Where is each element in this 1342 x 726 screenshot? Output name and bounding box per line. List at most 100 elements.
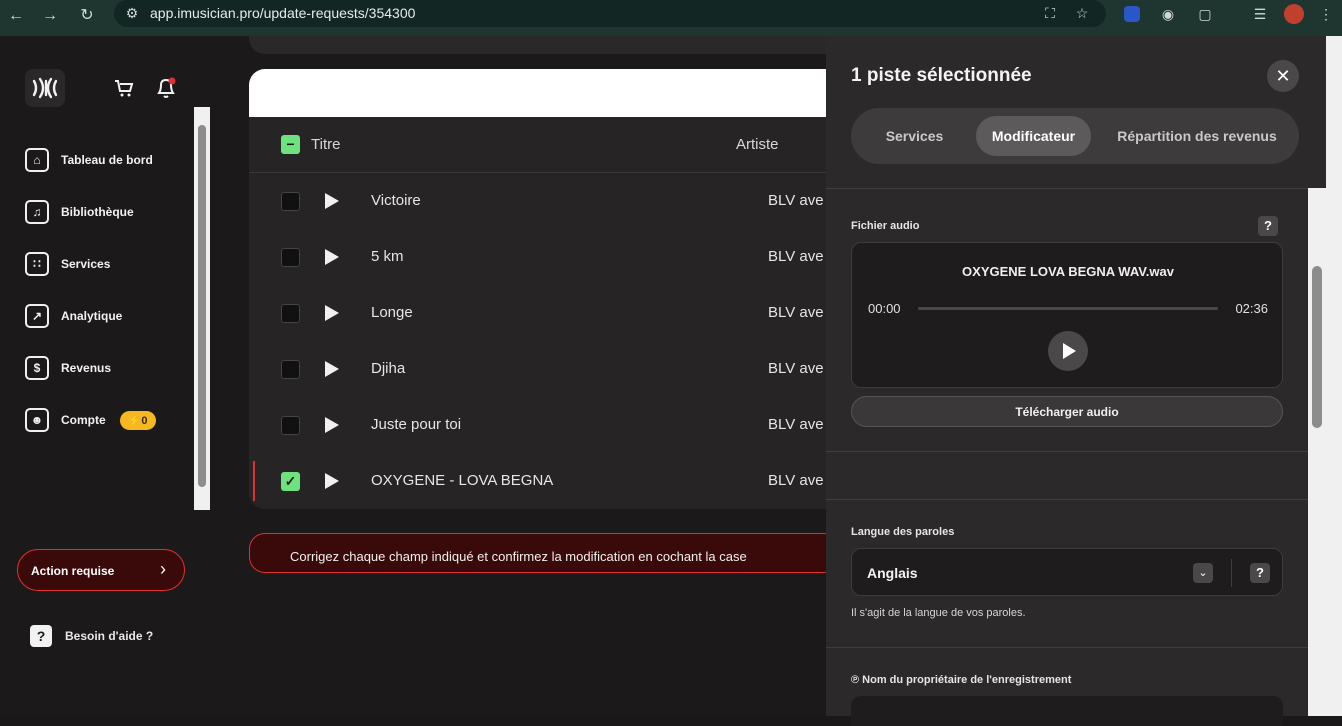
row-checkbox[interactable] bbox=[281, 304, 300, 323]
sidebar-item-label: Services bbox=[61, 257, 111, 271]
translate-icon[interactable]: ⛶ bbox=[1040, 3, 1060, 23]
track-title: Djiha bbox=[371, 360, 406, 377]
table-row-selected[interactable]: ✓ OXYGENE - LOVA BEGNA BLV ave bbox=[249, 453, 869, 509]
track-title: Longe bbox=[371, 304, 413, 321]
table-row[interactable]: Longe BLV ave bbox=[249, 285, 869, 341]
divider bbox=[1231, 559, 1232, 587]
audio-file-name: OXYGENE LOVA BEGNA WAV.wav bbox=[962, 264, 1174, 279]
time-total: 02:36 bbox=[1235, 301, 1268, 316]
address-bar[interactable]: ⚙ app.imusician.pro/update-requests/3543… bbox=[114, 0, 1106, 27]
sidebar-item-label: Tableau de bord bbox=[61, 153, 153, 167]
page-scrollbar[interactable] bbox=[1326, 36, 1342, 716]
sidebar-item-services[interactable]: ∷ Services bbox=[25, 251, 110, 277]
table-row[interactable]: Djiha BLV ave bbox=[249, 341, 869, 397]
play-icon[interactable] bbox=[325, 473, 339, 489]
reload-icon[interactable]: ↻ bbox=[75, 4, 99, 28]
extension-color-icon[interactable]: ◉ bbox=[1158, 4, 1178, 24]
track-artist: BLV ave bbox=[768, 192, 824, 209]
divider bbox=[826, 451, 1308, 452]
scrollbar-thumb[interactable] bbox=[1312, 266, 1322, 428]
audio-player: OXYGENE LOVA BEGNA WAV.wav 00:00 02:36 bbox=[851, 242, 1283, 388]
audio-progress-bar[interactable] bbox=[918, 307, 1218, 310]
status-badge: ⚡0 bbox=[119, 410, 156, 430]
profile-avatar[interactable] bbox=[1284, 4, 1304, 24]
sidebar-item-account[interactable]: ☻ Compte ⚡0 bbox=[25, 407, 156, 433]
row-checkbox[interactable] bbox=[281, 360, 300, 379]
bell-icon[interactable] bbox=[155, 76, 177, 105]
track-artist: BLV ave bbox=[768, 360, 824, 377]
action-required-button[interactable]: Action requise › bbox=[17, 549, 185, 591]
url-text: app.imusician.pro/update-requests/354300 bbox=[150, 5, 416, 21]
sidebar-item-dashboard[interactable]: ⌂ Tableau de bord bbox=[25, 147, 153, 173]
select-all-checkbox[interactable]: − bbox=[281, 135, 300, 154]
track-title: OXYGENE - LOVA BEGNA bbox=[371, 472, 554, 489]
cart-icon[interactable] bbox=[113, 77, 135, 104]
divider bbox=[826, 647, 1308, 648]
sidebar-item-library[interactable]: ♫ Bibliothèque bbox=[25, 199, 134, 225]
media-control-icon[interactable]: ☰ bbox=[1250, 4, 1270, 24]
play-icon[interactable] bbox=[325, 417, 339, 433]
tab-services[interactable]: Services bbox=[861, 116, 968, 156]
browser-toolbar: ← → ↻ ⚙ app.imusician.pro/update-request… bbox=[0, 0, 1342, 36]
logo[interactable] bbox=[25, 69, 65, 107]
recording-owner-input[interactable] bbox=[851, 696, 1283, 726]
table-row[interactable]: Juste pour toi BLV ave bbox=[249, 397, 869, 453]
play-icon[interactable] bbox=[325, 193, 339, 209]
correction-notice-text: Corrigez chaque champ indiqué et confirm… bbox=[290, 549, 747, 564]
extension-icon[interactable] bbox=[1124, 6, 1140, 22]
tracks-table: − Titre Artiste Victoire BLV ave 5 km BL… bbox=[249, 69, 869, 509]
divider bbox=[826, 499, 1308, 500]
row-checkbox[interactable] bbox=[281, 248, 300, 267]
scrollbar-thumb[interactable] bbox=[198, 125, 206, 487]
table-row[interactable]: 5 km BLV ave bbox=[249, 229, 869, 285]
play-icon[interactable] bbox=[325, 249, 339, 265]
menu-dots-icon[interactable]: ⋮ bbox=[1316, 4, 1336, 24]
lyrics-language-hint: Il s'agit de la langue de vos paroles. bbox=[851, 607, 1026, 619]
site-info-icon[interactable]: ⚙ bbox=[122, 3, 142, 23]
play-icon[interactable] bbox=[325, 305, 339, 321]
chevron-right-icon: › bbox=[160, 559, 166, 579]
play-icon[interactable] bbox=[325, 361, 339, 377]
back-arrow-icon[interactable]: ← bbox=[4, 4, 28, 28]
sidebar-item-label: Bibliothèque bbox=[61, 205, 134, 219]
track-title: 5 km bbox=[371, 248, 404, 265]
app-area: ⌂ Tableau de bord ♫ Bibliothèque ∷ Servi… bbox=[0, 36, 1342, 726]
sidebar-scrollbar[interactable] bbox=[194, 107, 210, 510]
panel-scrollbar[interactable] bbox=[1308, 188, 1326, 716]
divider bbox=[826, 188, 1308, 189]
download-audio-button[interactable]: Télécharger audio bbox=[851, 396, 1283, 427]
help-question-icon[interactable]: ? bbox=[1258, 216, 1278, 236]
lyrics-language-label: Langue des paroles bbox=[851, 526, 955, 538]
tab-modifier[interactable]: Modificateur bbox=[976, 116, 1091, 156]
track-title: Juste pour toi bbox=[371, 416, 462, 433]
user-icon: ☻ bbox=[25, 408, 49, 432]
logo-mark-icon bbox=[32, 77, 58, 99]
track-artist: BLV ave bbox=[768, 416, 824, 433]
help-link[interactable]: ? Besoin d'aide ? bbox=[30, 625, 153, 647]
lyrics-language-select[interactable]: Anglais ⌄ ? bbox=[851, 548, 1283, 596]
dollar-icon: $ bbox=[25, 356, 49, 380]
row-checkbox[interactable] bbox=[281, 416, 300, 435]
track-title: Victoire bbox=[371, 192, 421, 209]
forward-arrow-icon[interactable]: → bbox=[38, 4, 62, 28]
tab-revenue-split[interactable]: Répartition des revenus bbox=[1103, 116, 1291, 156]
sidebar-item-revenue[interactable]: $ Revenus bbox=[25, 355, 111, 381]
track-artist: BLV ave bbox=[768, 248, 824, 265]
column-header-title[interactable]: Titre bbox=[311, 136, 340, 153]
audio-file-label: Fichier audio bbox=[851, 220, 920, 232]
column-header-artist[interactable]: Artiste bbox=[736, 136, 779, 153]
sidebar-item-label: Analytique bbox=[61, 309, 123, 323]
sidebar-item-label: Revenus bbox=[61, 361, 112, 375]
sidebar-item-analytics[interactable]: ↗ Analytique bbox=[25, 303, 122, 329]
help-question-icon[interactable]: ? bbox=[1250, 563, 1270, 583]
chevron-down-icon[interactable]: ⌄ bbox=[1193, 563, 1213, 583]
row-checkbox[interactable] bbox=[281, 192, 300, 211]
table-header: − Titre Artiste bbox=[249, 117, 869, 173]
close-icon[interactable]: ✕ bbox=[1267, 60, 1299, 92]
table-row[interactable]: Victoire BLV ave bbox=[249, 173, 869, 229]
audio-play-button[interactable] bbox=[1048, 331, 1088, 371]
row-checkbox-checked[interactable]: ✓ bbox=[281, 472, 300, 491]
puzzle-icon[interactable]: ▢ bbox=[1195, 4, 1215, 24]
home-icon: ⌂ bbox=[25, 148, 49, 172]
bookmark-star-icon[interactable]: ☆ bbox=[1072, 3, 1092, 23]
